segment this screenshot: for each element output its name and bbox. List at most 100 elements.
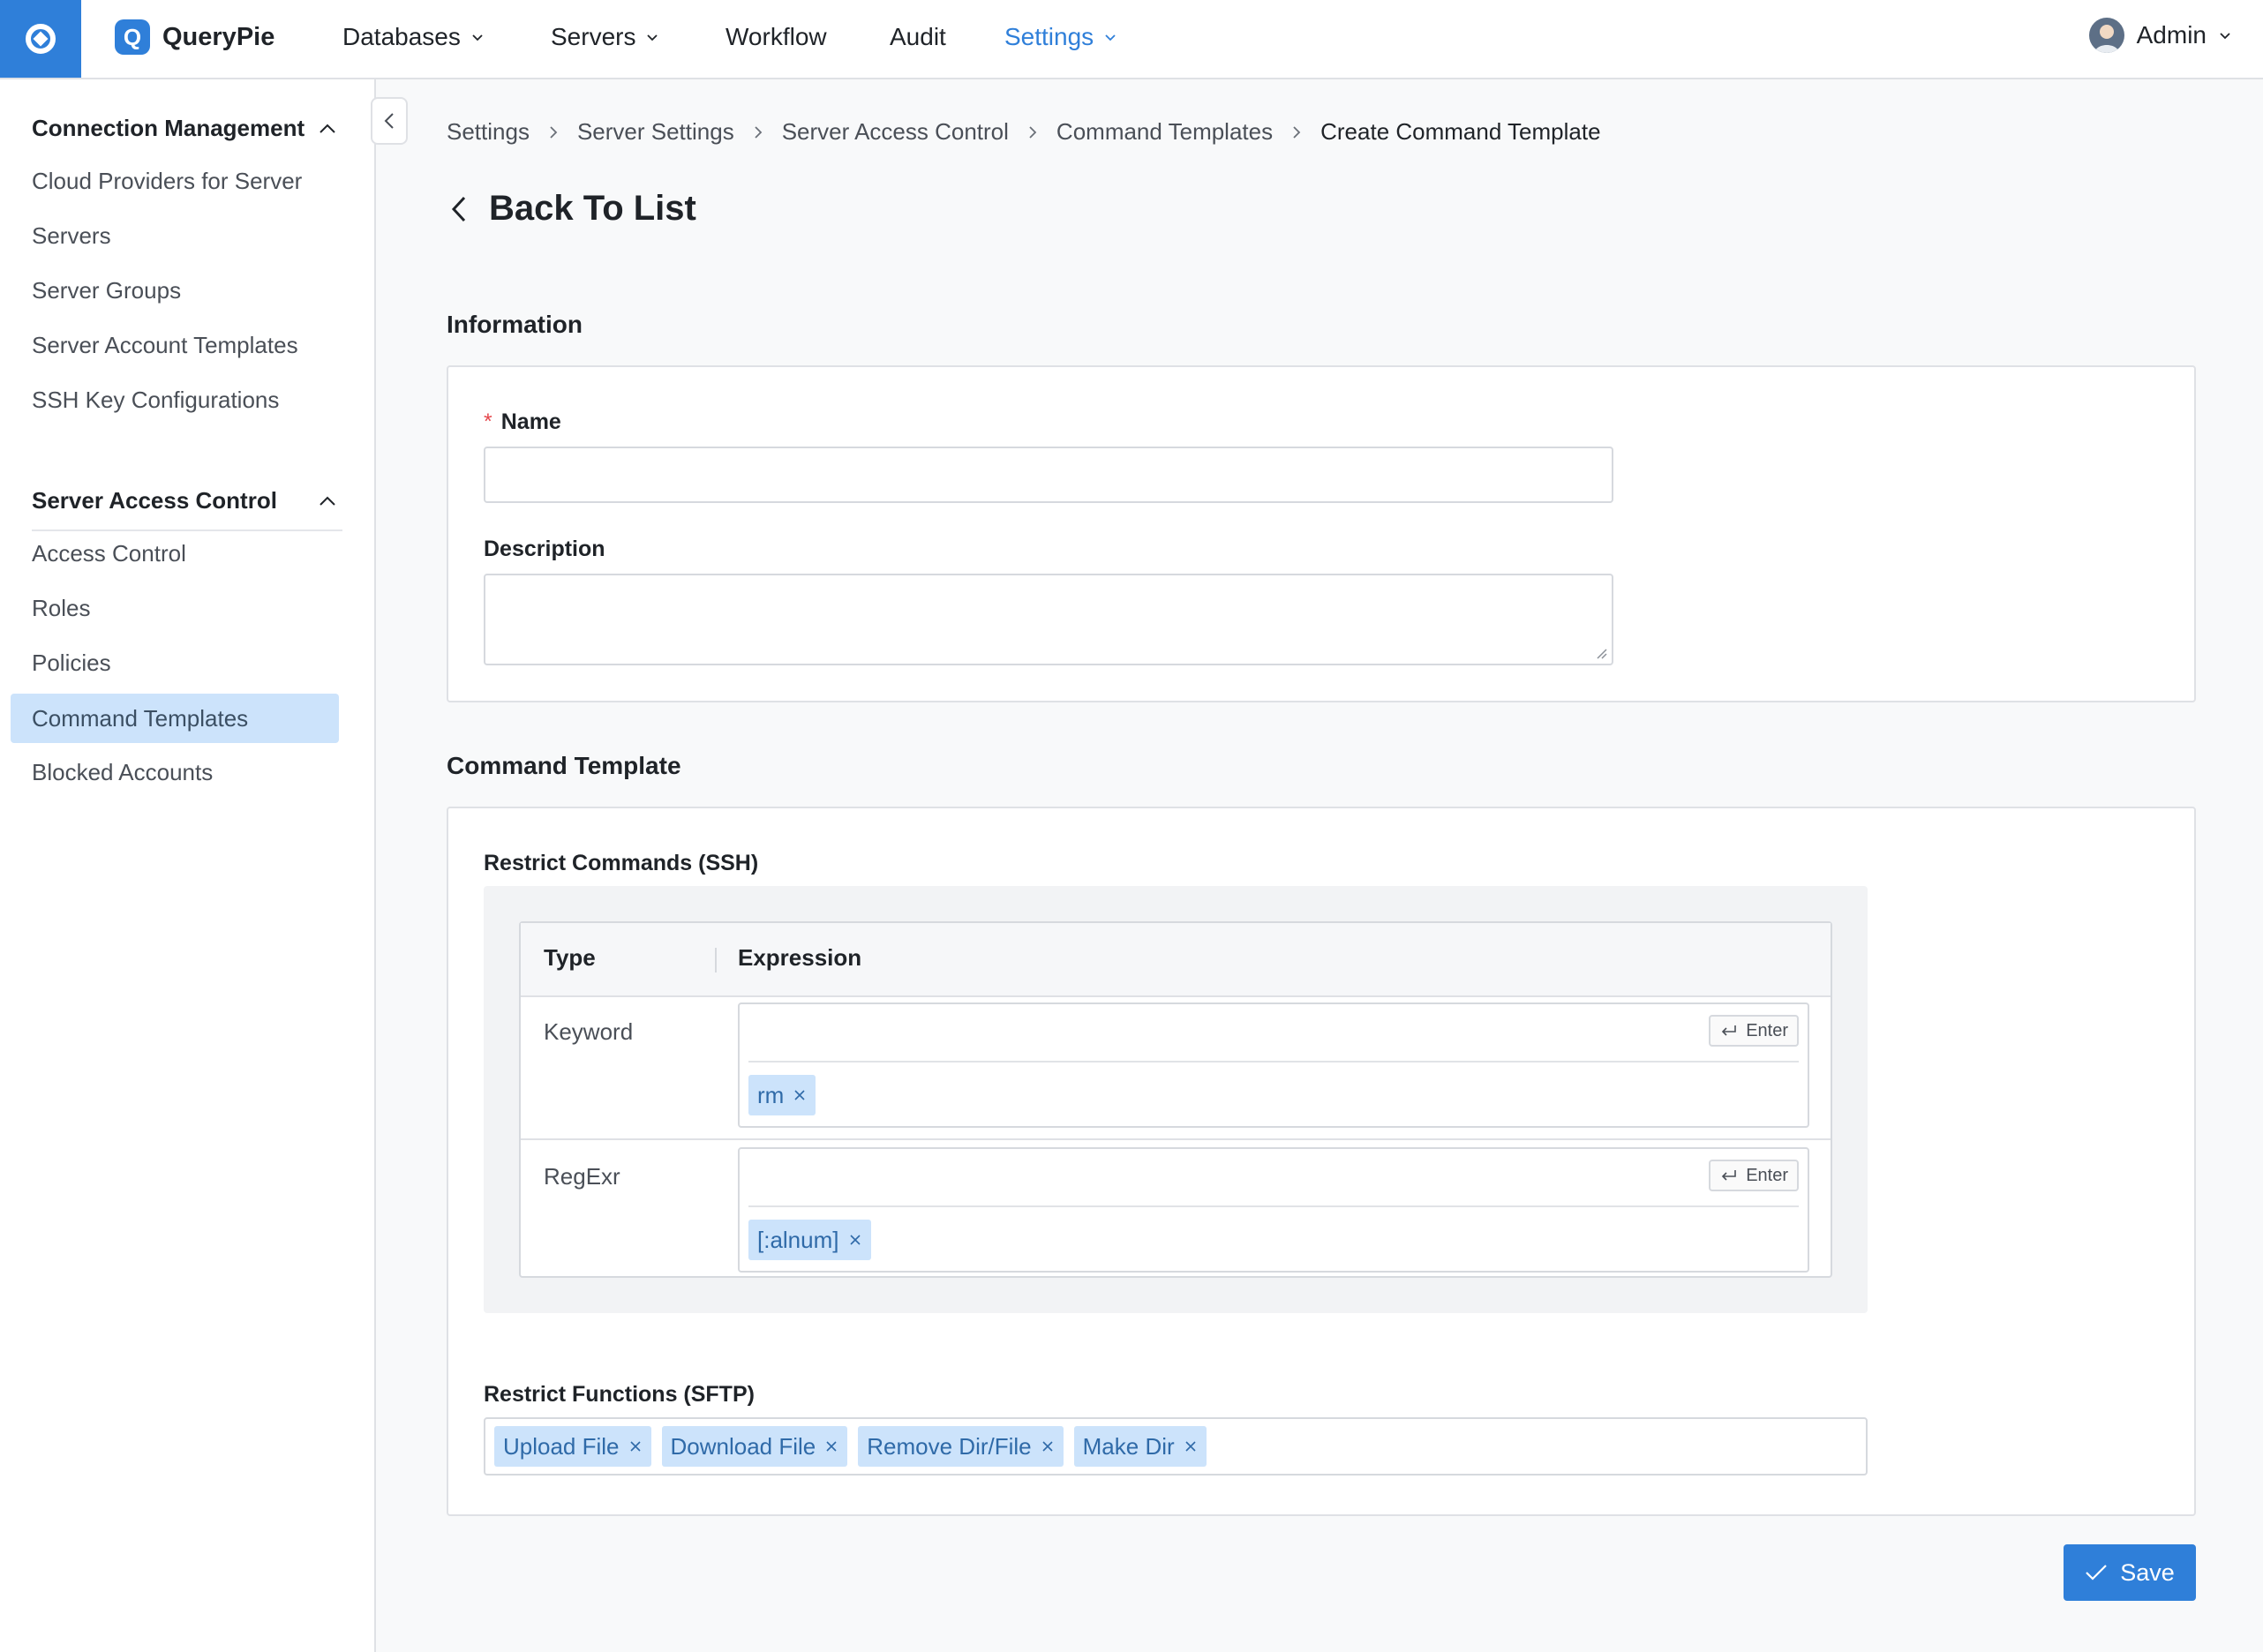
nav-databases[interactable]: Databases [342,19,484,55]
enter-key-icon [1722,1025,1736,1036]
field-divider [748,1061,1799,1063]
user-avatar-icon [2088,18,2124,53]
tag-make-dir: Make Dir [1073,1426,1207,1467]
sftp-functions-select[interactable]: Upload File Download File Remove Dir/Fil… [484,1417,1868,1476]
keyword-expression-field[interactable]: Enter rm [738,1002,1809,1128]
ssh-rules-table: Type Expression Keyword Enter rm RegExr … [519,921,1832,1278]
sidebar-item-blocked-accounts[interactable]: Blocked Accounts [32,759,213,786]
close-icon[interactable] [848,1233,862,1247]
description-textarea[interactable] [484,574,1613,665]
ssh-rules-panel: Type Expression Keyword Enter rm RegExr … [484,886,1868,1313]
nav-audit-label: Audit [890,23,946,50]
chevron-right-icon [549,125,558,139]
chevron-left-icon [384,113,394,129]
sidebar-item-server-account-templates[interactable]: Server Account Templates [32,332,298,359]
section-title: Connection Management [32,115,305,141]
nav-servers-label: Servers [551,23,636,50]
sidebar-item-servers[interactable]: Servers [32,222,111,250]
enter-label: Enter [1746,1165,1788,1185]
home-logo-button[interactable] [0,0,81,78]
querypie-logo-icon [26,24,56,54]
field-divider [748,1205,1799,1207]
command-template-card: Restrict Commands (SSH) Type Expression … [447,807,2196,1516]
regexr-enter-button[interactable]: Enter [1709,1160,1799,1191]
breadcrumb-server-access-control[interactable]: Server Access Control [782,118,1009,146]
ssh-label: Restrict Commands (SSH) [484,851,759,875]
chevron-down-icon [472,34,483,41]
section-server-access-control[interactable]: Server Access Control [32,487,337,514]
resize-handle-icon[interactable] [1594,646,1608,660]
table-header: Type Expression [521,923,1831,997]
description-label: Description [484,537,605,561]
chevron-right-icon [754,125,763,139]
close-icon[interactable] [824,1439,838,1453]
required-mark: * [484,409,492,434]
section-connection-management[interactable]: Connection Management [32,115,337,142]
regexr-expression-input[interactable] [748,1156,1635,1200]
section-title: Server Access Control [32,487,277,514]
nav-audit[interactable]: Audit [890,19,946,55]
keyword-enter-button[interactable]: Enter [1709,1015,1799,1047]
tag-label: rm [757,1081,785,1108]
sidebar-collapse-button[interactable] [371,97,408,145]
nav-workflow[interactable]: Workflow [726,19,827,55]
enter-key-icon [1722,1170,1736,1181]
user-menu[interactable]: Admin [2088,18,2231,53]
sidebar-item-cloud-providers[interactable]: Cloud Providers for Server [32,168,302,195]
nav-settings[interactable]: Settings [1004,19,1116,55]
chevron-right-icon [1028,125,1037,139]
sidebar-item-policies[interactable]: Policies [32,650,111,677]
name-label: * Name [484,409,561,435]
information-card: * Name Description [447,365,2196,702]
chevron-down-icon [647,34,658,41]
close-icon[interactable] [1184,1439,1198,1453]
sidebar-item-command-templates[interactable]: Command Templates [11,694,339,743]
command-template-heading: Command Template [447,752,681,779]
nav-settings-label: Settings [1004,23,1094,50]
close-icon[interactable] [793,1088,807,1102]
row-type-regexr: RegExr [544,1163,620,1190]
regexr-expression-field[interactable]: Enter [:alnum] [738,1147,1809,1273]
chevron-right-icon [1292,125,1301,139]
tag-label: [:alnum] [757,1226,839,1253]
brand[interactable]: Q QueryPie [115,19,274,55]
check-icon [2086,1565,2107,1581]
name-label-text: Name [500,409,561,434]
breadcrumb-command-templates[interactable]: Command Templates [1056,118,1273,146]
chevron-down-icon [2220,33,2230,40]
brand-q-icon: Q [115,19,150,55]
save-button[interactable]: Save [2064,1544,2196,1601]
row-type-keyword: Keyword [544,1018,634,1045]
top-navigation: Q QueryPie Databases Servers Workflow Au… [0,0,2263,79]
column-divider [715,948,717,972]
brand-name: QueryPie [162,22,275,51]
column-header-expression: Expression [738,944,862,971]
sidebar-item-roles[interactable]: Roles [32,595,90,622]
save-label: Save [2120,1558,2175,1586]
tag-label: Make Dir [1082,1432,1175,1460]
name-input[interactable] [484,447,1613,503]
nav-servers[interactable]: Servers [551,19,658,55]
keyword-expression-input[interactable] [748,1011,1635,1055]
regexr-tags: [:alnum] [748,1220,871,1260]
chevron-down-icon [1105,34,1116,41]
close-icon[interactable] [628,1439,643,1453]
sidebar-item-ssh-key-configurations[interactable]: SSH Key Configurations [32,387,279,414]
nav-workflow-label: Workflow [726,23,827,50]
row-divider [521,1138,1831,1140]
tag-alnum: [:alnum] [748,1220,871,1260]
breadcrumb-settings[interactable]: Settings [447,118,530,146]
sftp-label: Restrict Functions (SFTP) [484,1382,755,1407]
back-to-list-label: Back To List [489,189,696,228]
information-heading: Information [447,311,583,338]
tag-label: Upload File [503,1432,620,1460]
tag-upload-file: Upload File [494,1426,651,1467]
sidebar-item-access-control[interactable]: Access Control [32,540,186,567]
nav-databases-label: Databases [342,23,461,50]
tag-download-file: Download File [661,1426,848,1467]
close-icon[interactable] [1041,1439,1055,1453]
sidebar-item-server-groups[interactable]: Server Groups [32,277,181,304]
breadcrumb-server-settings[interactable]: Server Settings [577,118,734,146]
tag-remove-dir-file: Remove Dir/File [858,1426,1064,1467]
back-to-list-button[interactable]: Back To List [450,189,696,229]
